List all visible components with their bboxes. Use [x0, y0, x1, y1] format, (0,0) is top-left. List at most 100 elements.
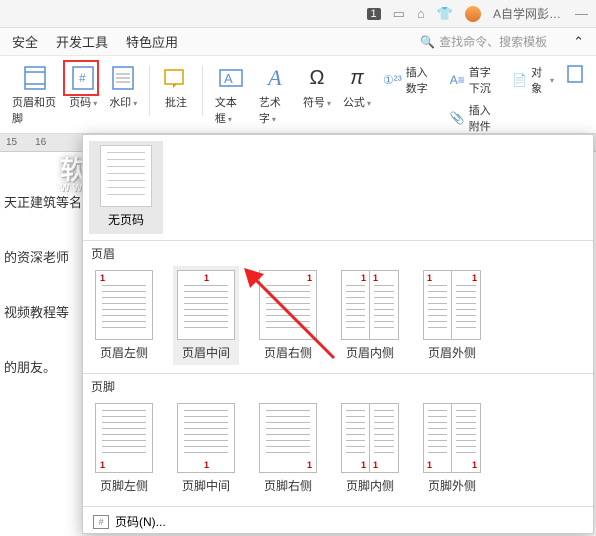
header-footer-button[interactable]: 页眉和页脚: [8, 62, 61, 128]
page-number-icon: #: [69, 64, 97, 92]
attachment-label: 插入附件: [469, 102, 500, 134]
wordart-button[interactable]: A 艺术字▾: [255, 62, 295, 128]
footer-section: 页脚 1 页脚左侧 1 页脚中间 1 页脚右侧 11 页脚内侧 11 页脚外侧: [83, 373, 593, 506]
footer-inside-option[interactable]: 11 页脚内侧: [337, 399, 403, 498]
object-button[interactable]: 📄 对象 ▾: [508, 62, 558, 98]
attachment-icon: 📎: [450, 111, 465, 125]
shirt-icon[interactable]: 👕: [437, 6, 453, 22]
annotate-label: 批注: [165, 94, 187, 110]
ribbon: 页眉和页脚 # 页码▾ 水印▾ 批注 A 文本框▾ A 艺术字▾ Ω 符号▾ π…: [0, 56, 596, 134]
chevron-down-icon: ▾: [228, 115, 232, 124]
dropcap-button[interactable]: A≡ 首字下沉: [446, 62, 504, 98]
option-label: 页眉内侧: [346, 344, 394, 361]
dropcap-label: 首字下沉: [469, 64, 500, 96]
header-footer-label: 页眉和页脚: [12, 94, 57, 126]
formula-label: 公式: [343, 97, 365, 109]
search-box[interactable]: 🔍 查找命令、搜索模板: [420, 33, 547, 50]
wordart-label: 艺术字: [259, 97, 281, 125]
option-label: 页脚外侧: [428, 477, 476, 494]
thumb-icon: 1: [259, 403, 317, 473]
no-page-number-option[interactable]: 无页码: [89, 141, 163, 234]
chevron-down-icon: ▾: [93, 99, 97, 108]
minimize-icon[interactable]: —: [575, 6, 588, 21]
page-number-label: 页码: [69, 97, 91, 109]
chevron-down-icon: ▾: [550, 76, 554, 85]
object-label: 对象: [531, 64, 544, 96]
search-icon: 🔍: [420, 35, 435, 49]
symbol-icon: Ω: [303, 64, 331, 92]
insert-number-label: 插入数字: [406, 64, 438, 96]
header-outside-option[interactable]: 11 页眉外侧: [419, 266, 485, 365]
titlebar: 1 ▭ ⌂ 👕 A自学网彭老... —: [0, 0, 596, 28]
watermark-icon: [109, 64, 137, 92]
doc-line: 天正建筑等名: [4, 192, 86, 211]
footer-left-option[interactable]: 1 页脚左侧: [91, 399, 157, 498]
page-number-button[interactable]: # 页码▾: [65, 62, 101, 112]
textbox-label: 文本框: [215, 97, 237, 125]
tab-dev-tools[interactable]: 开发工具: [56, 32, 108, 51]
pagenum-dialog-label: 页码(N)...: [115, 513, 166, 530]
page-number-menu-item[interactable]: # 页码(N)...: [83, 506, 593, 536]
attachment-button[interactable]: 📎 插入附件: [446, 100, 504, 136]
header-inside-option[interactable]: 11 页眉内侧: [337, 266, 403, 365]
symbol-button[interactable]: Ω 符号▾: [299, 62, 335, 112]
doc-line: 的朋友。: [4, 357, 86, 376]
thumb-icon: 1: [177, 403, 235, 473]
footer-right-option[interactable]: 1 页脚右侧: [255, 399, 321, 498]
no-pagenum-label: 无页码: [108, 213, 144, 227]
user-name[interactable]: A自学网彭老...: [493, 5, 563, 22]
svg-text:#: #: [79, 71, 86, 85]
page-icon: [566, 64, 584, 87]
header-footer-icon: [21, 64, 49, 92]
thumb-icon: 11: [341, 270, 399, 340]
option-label: 页脚右侧: [264, 477, 312, 494]
option-label: 页脚中间: [182, 477, 230, 494]
symbol-label: 符号: [303, 97, 325, 109]
tab-special[interactable]: 特色应用: [126, 32, 178, 51]
annotate-icon: [162, 64, 190, 92]
more-button[interactable]: [562, 62, 588, 89]
chevron-down-icon: ▾: [367, 99, 371, 108]
header-section-label: 页眉: [91, 245, 585, 262]
textbox-icon: A: [217, 64, 245, 92]
save-icon[interactable]: ▭: [393, 6, 405, 22]
thumb-icon: 1: [95, 403, 153, 473]
thumb-icon: 1: [177, 270, 235, 340]
number-icon: ①²³: [383, 73, 402, 87]
collapse-ribbon-icon[interactable]: ⌃: [573, 34, 584, 50]
header-center-option[interactable]: 1 页眉中间: [173, 266, 239, 365]
option-label: 页眉左侧: [100, 344, 148, 361]
avatar[interactable]: [465, 6, 481, 22]
search-placeholder: 查找命令、搜索模板: [439, 33, 547, 50]
doc-count-badge: 1: [367, 8, 381, 20]
no-pagenum-thumb: [100, 145, 152, 207]
formula-icon: π: [343, 64, 371, 92]
footer-outside-option[interactable]: 11 页脚外侧: [419, 399, 485, 498]
thumb-icon: 1: [95, 270, 153, 340]
ruler-mark-15: 15: [6, 137, 17, 148]
ruler-mark-16: 16: [35, 137, 46, 148]
thumb-icon: 11: [423, 403, 481, 473]
annotate-button[interactable]: 批注: [158, 62, 194, 112]
tab-bar: 安全 开发工具 特色应用 🔍 查找命令、搜索模板 ⌃: [0, 28, 596, 56]
insert-number-button[interactable]: ①²³ 插入数字: [379, 62, 442, 98]
option-label: 页眉右侧: [264, 344, 312, 361]
cloud-icon[interactable]: ⌂: [417, 6, 425, 21]
watermark-button[interactable]: 水印▾: [105, 62, 141, 112]
chevron-down-icon: ▾: [133, 99, 137, 108]
wordart-icon: A: [261, 64, 289, 92]
textbox-button[interactable]: A 文本框▾: [211, 62, 251, 128]
separator: [149, 66, 150, 116]
dropcap-icon: A≡: [450, 73, 465, 87]
watermark-label: 水印: [109, 97, 131, 109]
svg-text:A: A: [224, 71, 233, 86]
header-left-option[interactable]: 1 页眉左侧: [91, 266, 157, 365]
header-right-option[interactable]: 1 页眉右侧: [255, 266, 321, 365]
thumb-icon: 11: [341, 403, 399, 473]
formula-button[interactable]: π 公式▾: [339, 62, 375, 112]
thumb-icon: 1: [259, 270, 317, 340]
thumb-icon: 11: [423, 270, 481, 340]
tab-security[interactable]: 安全: [12, 32, 38, 51]
object-icon: 📄: [512, 73, 527, 87]
footer-center-option[interactable]: 1 页脚中间: [173, 399, 239, 498]
